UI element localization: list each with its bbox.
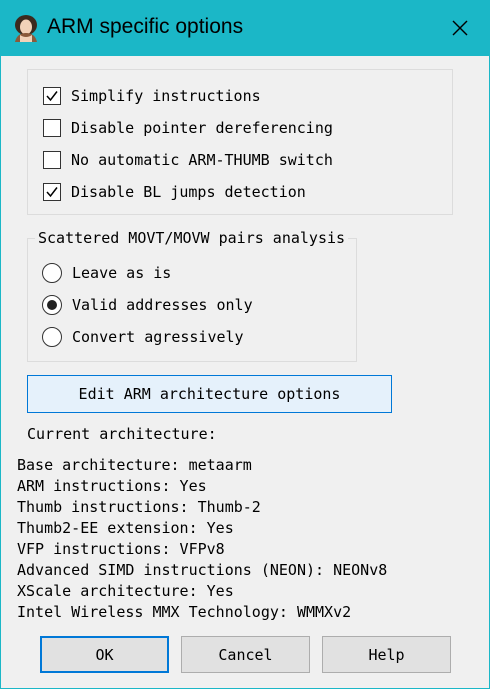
checkbox-label: Simplify instructions: [71, 87, 261, 105]
disable-bl-jumps-checkbox[interactable]: Disable BL jumps detection: [43, 180, 306, 204]
info-line: Base architecture: metaarm: [17, 456, 252, 474]
checkbox-box[interactable]: [43, 151, 61, 169]
info-line: XScale architecture: Yes: [17, 582, 234, 600]
button-label: Edit ARM architecture options: [78, 385, 341, 403]
checkbox-label: Disable pointer dereferencing: [71, 119, 333, 137]
cancel-button[interactable]: Cancel: [181, 636, 310, 673]
architecture-info: Base architecture: metaarm ARM instructi…: [17, 455, 387, 623]
edit-arm-architecture-button[interactable]: Edit ARM architecture options: [27, 375, 392, 413]
radio-circle[interactable]: [42, 263, 62, 283]
simplify-instructions-checkbox[interactable]: Simplify instructions: [43, 84, 261, 108]
info-line: Thumb2-EE extension: Yes: [17, 519, 234, 537]
close-icon[interactable]: [444, 12, 476, 44]
window-border: [0, 56, 1, 689]
info-line: Thumb instructions: Thumb-2: [17, 498, 261, 516]
radio-label: Leave as is: [72, 264, 172, 282]
info-line: Intel Wireless MMX Technology: WMMXv2: [17, 603, 352, 621]
button-label: Cancel: [218, 645, 273, 664]
info-line: VFP instructions: VFPv8: [17, 540, 225, 558]
radio-circle[interactable]: [42, 327, 62, 347]
info-line: ARM instructions: Yes: [17, 477, 207, 495]
current-architecture-heading: Current architecture:: [27, 425, 217, 443]
radio-circle[interactable]: [42, 295, 62, 315]
button-label: Help: [368, 645, 405, 664]
help-button[interactable]: Help: [322, 636, 451, 673]
valid-addresses-only-radio[interactable]: Valid addresses only: [42, 293, 253, 317]
radio-selected-dot: [47, 300, 57, 310]
group-legend: Scattered MOVT/MOVW pairs analysis: [35, 228, 349, 248]
checkbox-label: No automatic ARM-THUMB switch: [71, 151, 333, 169]
radio-label: Convert agressively: [72, 328, 244, 346]
radio-label: Valid addresses only: [72, 296, 253, 314]
checkbox-box[interactable]: [43, 87, 61, 105]
title-bar: ARM specific options: [0, 0, 490, 56]
ok-button[interactable]: OK: [40, 636, 169, 673]
checkbox-box[interactable]: [43, 183, 61, 201]
convert-agressively-radio[interactable]: Convert agressively: [42, 325, 244, 349]
window-title: ARM specific options: [47, 15, 244, 38]
info-line: Advanced SIMD instructions (NEON): NEONv…: [17, 561, 388, 579]
checkmark-icon: [46, 187, 58, 198]
leave-as-is-radio[interactable]: Leave as is: [42, 261, 171, 285]
app-portrait-icon: [15, 15, 37, 42]
checkbox-box[interactable]: [43, 119, 61, 137]
checkbox-label: Disable BL jumps detection: [71, 183, 306, 201]
checkmark-icon: [46, 91, 58, 102]
no-arm-thumb-switch-checkbox[interactable]: No automatic ARM-THUMB switch: [43, 148, 333, 172]
button-label: OK: [95, 645, 114, 664]
disable-pointer-dereferencing-checkbox[interactable]: Disable pointer dereferencing: [43, 116, 333, 140]
